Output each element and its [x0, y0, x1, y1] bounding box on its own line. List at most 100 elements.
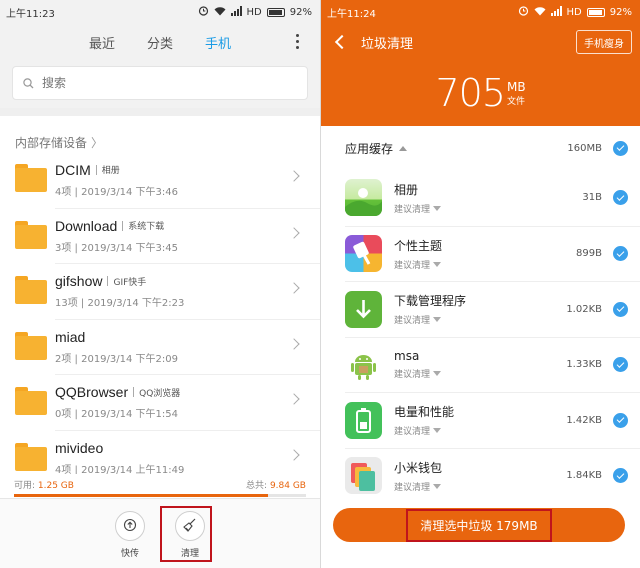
caret-down-icon[interactable]	[433, 317, 442, 323]
junk-total-label: 文件	[506, 96, 525, 107]
download-manager-icon	[345, 290, 382, 328]
battery-icon	[345, 401, 382, 439]
usage-fill	[14, 494, 269, 497]
tab-phone[interactable]: 手机	[205, 33, 231, 52]
section-size: 160MB	[567, 142, 602, 154]
total-label: 总共:	[246, 481, 270, 491]
tab-category[interactable]: 分类	[147, 33, 173, 52]
folder-row[interactable]: QQBrowser QQ浏览器 0项 | 2019/3/14 下午1:54	[15, 374, 320, 430]
folder-meta: 0项 | 2019/3/14 下午1:54	[55, 409, 178, 421]
network-type: HD	[566, 6, 582, 18]
app-cache-size: 31B	[582, 192, 602, 204]
folder-name: DCIM	[55, 161, 91, 178]
phone-slim-button[interactable]: 手机瘦身	[576, 30, 632, 54]
app-cache-row[interactable]: msa 建议清理 1.33KB	[345, 336, 640, 393]
status-time: 上午11:23	[6, 8, 55, 20]
storage-title: 内部存储设备	[15, 135, 88, 150]
app-name: 小米钱包	[394, 460, 443, 475]
clean-selected-label: 清理选中垃圾 179MB	[406, 508, 552, 542]
app-suggestion: 建议清理	[394, 316, 431, 327]
alarm-icon	[518, 5, 529, 19]
app-cache-size: 1.84KB	[566, 470, 602, 482]
collapse-caret-icon	[399, 145, 408, 151]
usage-bar	[14, 494, 306, 497]
app-suggestion: 建议清理	[394, 260, 431, 271]
check-icon[interactable]	[613, 468, 628, 484]
app-cache-size: 899B	[576, 248, 602, 260]
clean-selected-button[interactable]: 清理选中垃圾 179MB	[333, 508, 625, 542]
junk-total-banner: 705 MB 文件	[321, 60, 640, 126]
app-cache-size: 1.42KB	[566, 414, 602, 426]
app-suggestion: 建议清理	[394, 427, 431, 438]
folder-row[interactable]: gifshow GIF快手 13项 | 2019/3/14 下午2:23	[15, 263, 320, 319]
tab-recent[interactable]: 最近	[89, 33, 115, 52]
folder-label: GIF快手	[113, 277, 147, 288]
check-icon[interactable]	[613, 246, 628, 262]
themes-icon	[345, 235, 382, 273]
app-cache-row[interactable]: 小米钱包 建议清理 1.84KB	[345, 447, 640, 504]
check-icon[interactable]	[613, 301, 628, 317]
folder-icon	[15, 387, 47, 415]
highlight-box	[160, 506, 212, 562]
folder-row[interactable]: Download 系统下载 3项 | 2019/3/14 下午3:45	[15, 207, 320, 264]
caret-down-icon[interactable]	[433, 261, 442, 267]
signal-icon	[230, 5, 242, 19]
tab-bar: 最近 分类 手机	[0, 24, 320, 60]
share-label: 快传	[120, 549, 139, 559]
check-icon[interactable]	[613, 412, 628, 428]
app-cache-row[interactable]: 相册 建议清理 31B	[345, 170, 640, 226]
share-button[interactable]: 快传	[110, 511, 150, 568]
status-time: 上午11:24	[327, 8, 376, 20]
app-suggestion: 建议清理	[394, 482, 431, 493]
wifi-icon	[214, 6, 226, 19]
check-icon[interactable]	[613, 357, 628, 373]
search-input[interactable]	[42, 76, 262, 90]
junk-total-unit: MB	[506, 79, 526, 94]
folder-meta: 2项 | 2019/3/14 下午2:09	[55, 353, 178, 365]
app-name: 下载管理程序	[394, 294, 467, 309]
gallery-icon	[345, 179, 382, 217]
folder-name: miad	[55, 328, 86, 345]
app-suggestion: 建议清理	[394, 204, 431, 215]
folder-label: QQ浏览器	[139, 388, 181, 399]
folder-row[interactable]: DCIM 相册 4项 | 2019/3/14 下午3:46	[15, 152, 320, 208]
check-icon[interactable]	[613, 190, 628, 206]
folder-list: DCIM 相册 4项 | 2019/3/14 下午3:46 Download 系…	[0, 152, 320, 485]
app-cache-row[interactable]: 电量和性能 建议清理 1.42KB	[345, 392, 640, 448]
battery-icon	[266, 7, 285, 17]
folder-row[interactable]: miad 2项 | 2019/3/14 下午2:09	[15, 318, 320, 375]
junk-total-value: 705	[435, 71, 506, 115]
app-name: 相册	[394, 182, 419, 197]
search-icon	[23, 74, 34, 93]
folder-name: mivideo	[55, 439, 104, 456]
search-box[interactable]	[12, 66, 308, 100]
folder-meta: 13项 | 2019/3/14 下午2:23	[55, 298, 185, 310]
more-menu-icon[interactable]	[296, 34, 300, 49]
storage-usage: 可用: 1.25 GB 总共: 9.84 GB	[0, 474, 320, 498]
caret-down-icon[interactable]	[433, 371, 442, 377]
available-value: 1.25 GB	[37, 481, 74, 491]
available-label: 可用:	[14, 481, 38, 491]
check-icon[interactable]	[613, 140, 628, 156]
app-name: 个性主题	[394, 238, 443, 253]
caret-down-icon[interactable]	[433, 483, 442, 489]
app-cache-size: 1.02KB	[566, 303, 602, 315]
battery-icon	[586, 7, 605, 17]
app-cache-row[interactable]: 个性主题 建议清理 899B	[345, 225, 640, 282]
page-title: 垃圾清理	[361, 36, 414, 52]
title-bar: 垃圾清理 手机瘦身	[321, 24, 640, 60]
android-icon	[345, 346, 382, 384]
app-cache-section-header[interactable]: 应用缓存 160MB	[321, 126, 640, 170]
battery-level: 92%	[609, 6, 632, 18]
app-name: 电量和性能	[394, 405, 455, 420]
back-arrow-icon[interactable]	[334, 34, 350, 50]
caret-down-icon[interactable]	[433, 205, 442, 211]
folder-icon	[15, 164, 47, 192]
folder-icon	[15, 220, 47, 249]
wifi-icon	[534, 6, 546, 19]
caret-down-icon[interactable]	[433, 428, 442, 434]
junk-cleaner-screen: 上午11:24 HD 92% 垃圾清理 手机瘦身 705 MB 文件 应用缓存 …	[321, 0, 640, 568]
folder-name: QQBrowser	[55, 384, 129, 401]
app-cache-row[interactable]: 下载管理程序 建议清理 1.02KB	[345, 281, 640, 337]
wallet-icon	[345, 457, 382, 495]
